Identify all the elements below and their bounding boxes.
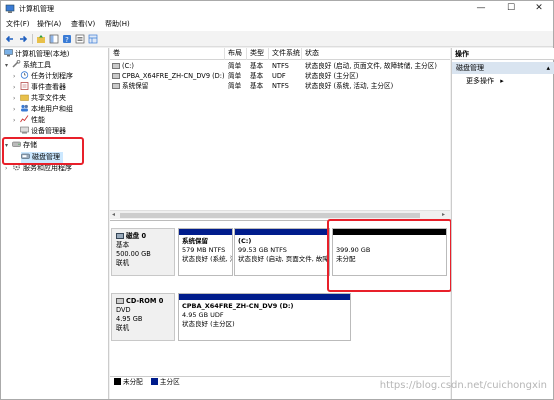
menu-help[interactable]: 帮助(H) (105, 19, 130, 29)
scroll-left-icon[interactable]: ◂ (112, 211, 115, 218)
legend-item-primary: 主分区 (150, 378, 180, 386)
watermark: https://blog.csdn.net/cuichongxin (379, 380, 547, 391)
column-layout[interactable]: 布局 (225, 48, 247, 60)
more-actions-link[interactable]: 更多操作 ▸ (466, 76, 504, 86)
device-manager-icon (20, 126, 29, 134)
partition-system-reserved[interactable]: 系统保留 579 MB NTFS 状态良好 (系统, 活动, 主分区) (178, 228, 233, 276)
maximize-button[interactable]: ☐ (497, 1, 525, 17)
tree-local-users[interactable]: › 本地用户和组 (13, 104, 73, 115)
drive-icon (112, 63, 120, 69)
volume-row[interactable]: 系统保留 简单 基本 NTFS 状态良好 (系统, 活动, 主分区) (110, 81, 450, 91)
chevron-right-icon[interactable]: › (13, 104, 20, 115)
scroll-right-icon[interactable]: ▸ (442, 211, 445, 218)
forward-arrow-icon[interactable] (17, 33, 29, 45)
tree-task-scheduler[interactable]: › 任务计划程序 (13, 71, 73, 82)
help-icon[interactable]: ? (61, 33, 73, 45)
column-volume[interactable]: 卷 (110, 48, 225, 60)
menu-action[interactable]: 操作(A) (37, 19, 61, 29)
chevron-down-icon[interactable]: ▾ (5, 60, 12, 71)
computer-management-icon (5, 4, 15, 13)
collapse-icon[interactable]: ▴ (546, 62, 550, 74)
tools-icon (12, 59, 21, 68)
menu-view[interactable]: 查看(V) (71, 19, 95, 29)
storage-highlight-box (2, 137, 84, 165)
scroll-thumb[interactable] (120, 213, 420, 218)
chevron-right-icon[interactable]: › (13, 115, 20, 126)
volume-row[interactable]: CPBA_X64FRE_ZH-CN_DV9 (D:) 简单 基本 UDF 状态良… (110, 71, 450, 81)
navigation-tree: 计算机管理(本地) ▾ 系统工具 › 任务计划程序 › 事件查看器 › 共享文件夹 › 本… (1, 48, 109, 399)
performance-icon (20, 115, 29, 123)
minimize-button[interactable]: — (467, 1, 495, 17)
legend-item-unallocated: 未分配 (114, 378, 143, 386)
column-type[interactable]: 类型 (247, 48, 269, 60)
disk-graphical-view: 磁盘 0 基本 500.00 GB 联机 系统保留 579 MB NTFS 状态… (110, 219, 452, 388)
tree-event-viewer[interactable]: › 事件查看器 (13, 82, 66, 93)
menu-bar: 文件(F) 操作(A) 查看(V) 帮助(H) (1, 17, 553, 31)
title-bar: 计算机管理 — ☐ ✕ (1, 1, 553, 17)
show-hide-tree-icon[interactable] (48, 33, 60, 45)
disk-0-label[interactable]: 磁盘 0 基本 500.00 GB 联机 (111, 228, 175, 276)
actions-header: 操作 (452, 48, 554, 60)
tree-device-manager[interactable]: 设备管理器 (13, 126, 66, 137)
dvd-drive-icon (112, 73, 120, 79)
volume-list-header: 卷 布局 类型 文件系统 状态 (110, 48, 450, 60)
computer-management-window: 计算机管理 — ☐ ✕ 文件(F) 操作(A) 查看(V) 帮助(H) ? 计算… (0, 0, 554, 400)
cdrom-icon (116, 298, 124, 304)
chevron-right-icon[interactable]: › (13, 93, 20, 104)
cdrom-0-label[interactable]: CD-ROM 0 DVD 4.95 GB 联机 (111, 293, 175, 341)
back-arrow-icon[interactable] (4, 33, 16, 45)
clock-icon (20, 71, 29, 79)
column-filesystem[interactable]: 文件系统 (269, 48, 302, 60)
volume-row[interactable]: (C:) 简单 基本 NTFS 状态良好 (启动, 页面文件, 故障转储, 主分… (110, 61, 450, 71)
actions-pane: 操作 磁盘管理 ▴ 更多操作 ▸ (451, 48, 554, 399)
chevron-right-icon[interactable]: › (13, 82, 20, 93)
horizontal-scrollbar[interactable]: ◂ ▸ (110, 210, 450, 219)
up-folder-icon[interactable] (35, 33, 47, 45)
tree-performance[interactable]: › 性能 (13, 115, 45, 126)
window-title: 计算机管理 (19, 5, 54, 13)
toolbar: ? (1, 31, 553, 47)
event-log-icon (20, 82, 29, 90)
chevron-right-icon: ▸ (500, 77, 504, 85)
menu-file[interactable]: 文件(F) (6, 19, 30, 29)
close-button[interactable]: ✕ (525, 1, 553, 17)
actions-section-disk-management[interactable]: 磁盘管理 ▴ (452, 62, 554, 74)
partition-c-drive[interactable]: (C:) 99.53 GB NTFS 状态良好 (启动, 页面文件, 故障转储,… (234, 228, 330, 276)
unallocated-highlight-box (327, 219, 452, 292)
disk-icon (116, 233, 124, 239)
drive-icon (112, 83, 120, 89)
view-icon[interactable] (87, 33, 99, 45)
partition-dvd[interactable]: CPBA_X64FRE_ZH-CN_DV9 (D:) 4.95 GB UDF 状… (178, 293, 351, 341)
properties-icon[interactable] (74, 33, 86, 45)
chevron-right-icon[interactable]: › (13, 71, 20, 82)
tree-shared-folders[interactable]: › 共享文件夹 (13, 93, 66, 104)
users-icon (20, 104, 29, 112)
computer-icon (4, 49, 13, 57)
svg-text:?: ? (65, 36, 69, 44)
shared-folder-icon (20, 93, 29, 101)
disk-management-panel: 卷 布局 类型 文件系统 状态 (C:) 简单 基本 NTFS 状态良好 (启动… (110, 48, 452, 399)
column-status[interactable]: 状态 (302, 48, 450, 60)
tree-system-tools[interactable]: ▾ 系统工具 (5, 59, 51, 71)
tree-root[interactable]: 计算机管理(本地) (4, 49, 69, 60)
